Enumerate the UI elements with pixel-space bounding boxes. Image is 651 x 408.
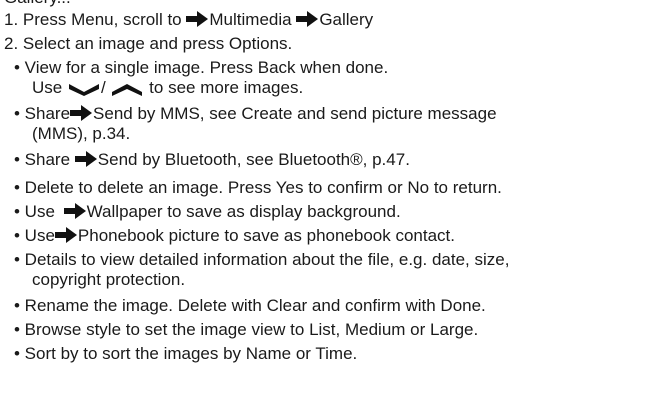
right-arrow-icon	[70, 105, 93, 121]
share-label: • Share	[14, 104, 71, 123]
step-2: 2. Select an image and press Options.	[4, 34, 292, 54]
bullet-sort: • Sort by to sort the images by Name or …	[14, 344, 358, 363]
right-arrow-icon	[186, 11, 209, 27]
chevron-down-icon	[67, 80, 101, 96]
right-arrow-icon	[63, 203, 86, 219]
cutoff-text: Gallery...	[4, 0, 71, 8]
wallpaper-text: Wallpaper to save as display background.	[86, 202, 401, 221]
bullet-view: • View for a single image. Press Back wh…	[14, 58, 389, 77]
bullet-wallpaper: • Use Wallpaper to save as display backg…	[14, 202, 401, 222]
chevron-up-icon	[110, 80, 144, 96]
phonebook-text: Phonebook picture to save as phonebook c…	[77, 226, 456, 245]
step-2-text: Select an image and press Options.	[22, 34, 293, 53]
bullet-delete: • Delete to delete an image. Press Yes t…	[14, 178, 502, 197]
step-1-number: 1.	[4, 10, 19, 29]
separator: /	[100, 78, 106, 97]
manual-page: Gallery... 1. Press Menu, scroll to Mult…	[0, 0, 651, 408]
right-arrow-icon	[296, 11, 319, 27]
step-1-gallery: Gallery	[319, 10, 374, 29]
bullet-details: • Details to view detailed information a…	[14, 250, 510, 269]
bullet-details-cont: copyright protection.	[32, 270, 186, 289]
right-arrow-icon	[74, 151, 97, 167]
use-label: Use	[32, 78, 63, 97]
share-bluetooth-text: Send by Bluetooth, see Bluetooth®, p.47.	[97, 150, 410, 169]
step-1-multimedia: Multimedia	[209, 10, 292, 29]
share-mms-text: Send by MMS, see Create and send picture…	[93, 104, 497, 123]
use-label: • Use	[14, 202, 55, 221]
step-1: 1. Press Menu, scroll to Multimedia Gall…	[4, 10, 373, 30]
bullet-phonebook: • Use Phonebook picture to save as phone…	[14, 226, 455, 246]
more-images-text: to see more images.	[149, 78, 304, 97]
step-1-text: Press Menu, scroll to	[22, 10, 182, 29]
bullet-rename: • Rename the image. Delete with Clear an…	[14, 296, 486, 315]
bullet-view-cont: Use / to see more images.	[32, 78, 303, 98]
bullet-share-mms: • Share Send by MMS, see Create and send…	[14, 104, 497, 124]
bullet-share-bluetooth: • Share Send by Bluetooth, see Bluetooth…	[14, 150, 410, 170]
use-label: • Use	[14, 226, 55, 245]
bullet-browse: • Browse style to set the image view to …	[14, 320, 479, 339]
step-2-number: 2.	[4, 34, 19, 53]
share-label: • Share	[14, 150, 71, 169]
bullet-share-mms-cont: (MMS), p.34.	[32, 124, 131, 143]
right-arrow-icon	[54, 227, 77, 243]
